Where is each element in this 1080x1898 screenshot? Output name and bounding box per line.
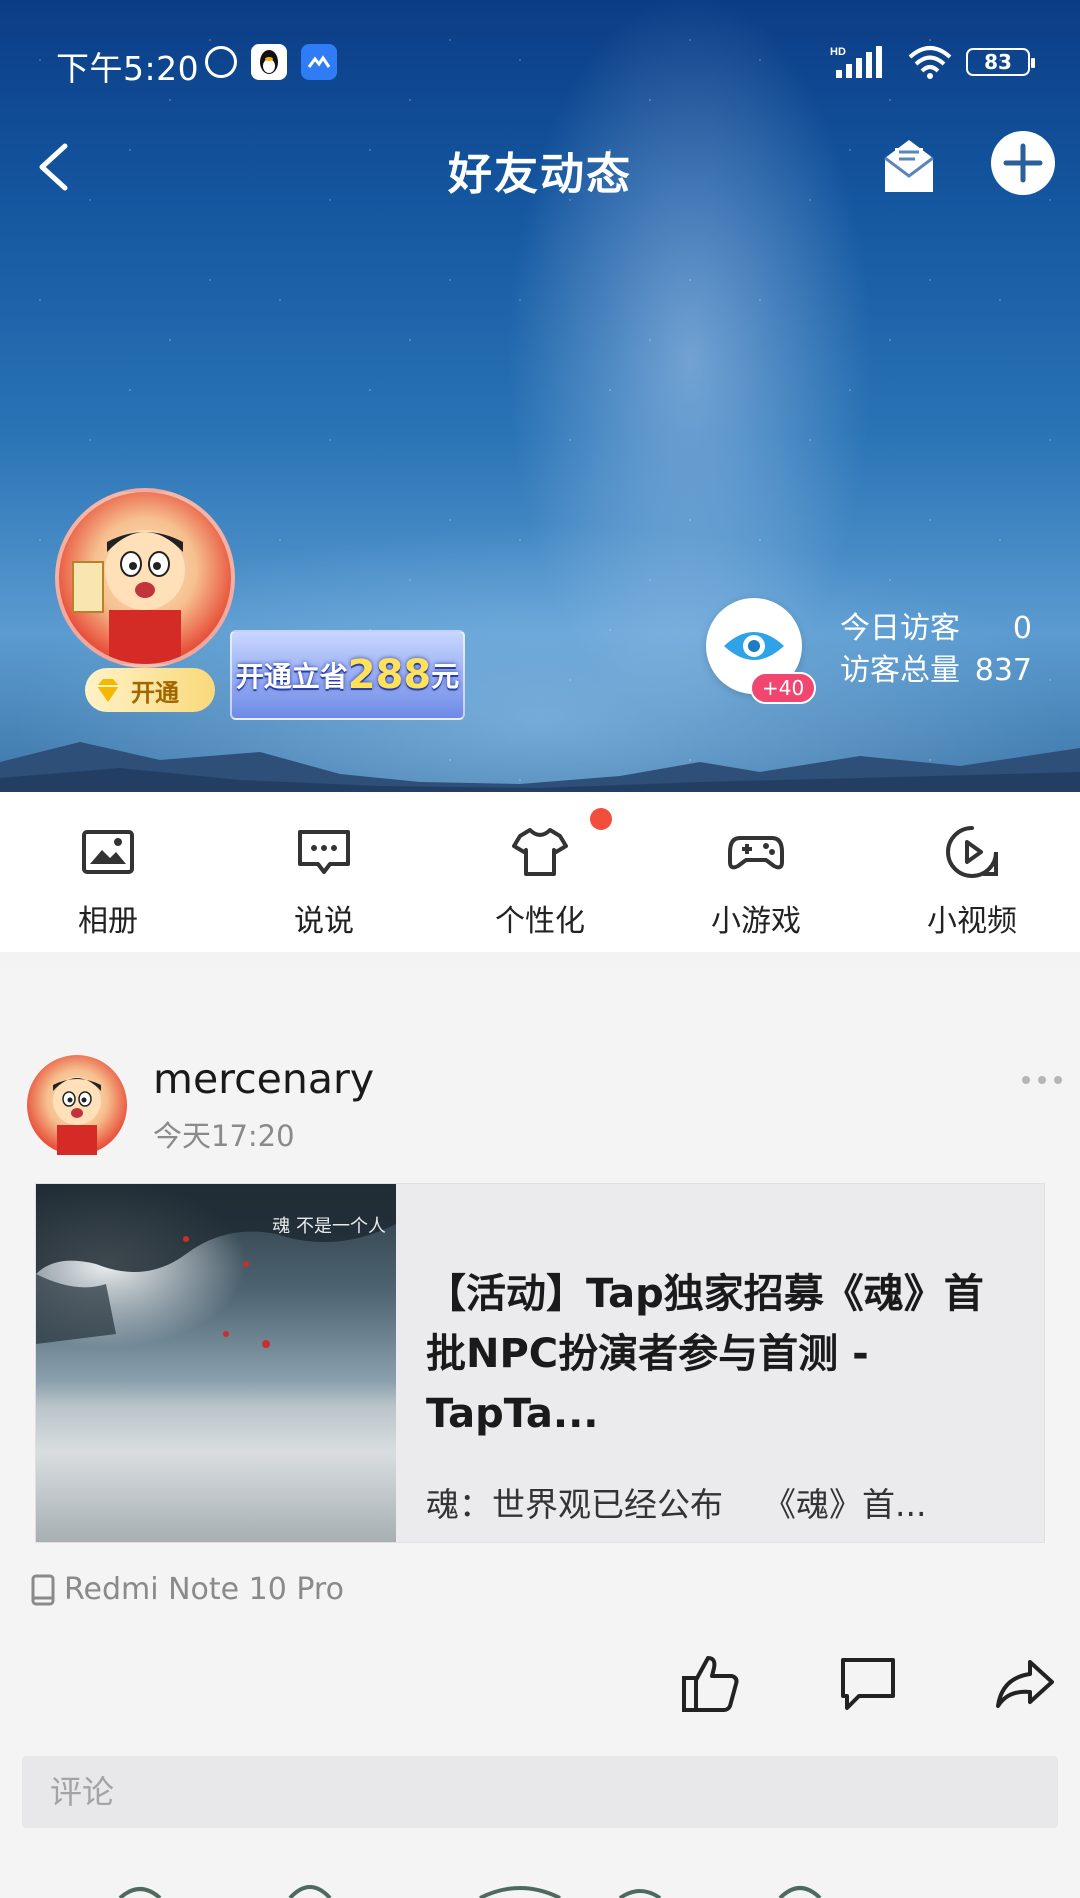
mail-icon[interactable] (875, 132, 943, 200)
visitor-stats[interactable]: 今日访客 0 访客总量 837 (840, 608, 1032, 692)
qq-penguin-icon (251, 44, 287, 80)
more-options-icon[interactable] (1020, 1070, 1064, 1090)
tab-personalize[interactable]: 个性化 (432, 792, 648, 952)
svg-text:HD: HD (830, 46, 846, 58)
status-bar: 下午5:20 HD 83 (0, 40, 1080, 88)
promo-banner[interactable]: 开通立省 288 元 (230, 630, 465, 720)
add-circle-icon[interactable] (988, 128, 1058, 198)
tab-label: 小视频 (927, 904, 1017, 939)
post-author-name[interactable]: mercenary (153, 1055, 374, 1103)
post-timestamp: 今天17:20 (153, 1119, 295, 1153)
like-thumbs-up-icon[interactable] (680, 1652, 742, 1714)
gamepad-icon (728, 836, 784, 870)
status-time: 下午5:20 (56, 49, 200, 88)
photo-album-icon (82, 830, 134, 874)
battery-indicator: 83 (966, 48, 1035, 76)
post-device-source: Redmi Note 10 Pro (30, 1572, 344, 1607)
avatar-cartoon-icon (53, 1077, 101, 1155)
message-bubble-icon (298, 830, 350, 874)
thumbnail-caption: 魂 不是一个人 (272, 1216, 386, 1237)
profile-header: 下午5:20 HD 83 好友动态 开通 开通立省 288 元 +40 今日访客… (0, 0, 1080, 792)
post-author-avatar[interactable] (27, 1055, 127, 1155)
link-thumbnail: 魂 不是一个人 (36, 1184, 396, 1542)
new-visitors-badge: +40 (750, 672, 817, 704)
link-description: 魂：世界观已经公布 《魂》首... (426, 1485, 927, 1524)
vip-label: 开通 (131, 678, 179, 707)
avatar-cartoon-icon (72, 530, 185, 664)
tab-minigames[interactable]: 小游戏 (648, 792, 864, 952)
diamond-icon (97, 679, 119, 702)
shared-link-card[interactable]: 魂 不是一个人 【活动】Tap独家招募《魂》首批NPC扮演者参与首测 - Tap… (35, 1183, 1045, 1543)
video-play-icon (946, 826, 998, 878)
tshirt-icon (512, 828, 568, 876)
mountain-silhouette (0, 742, 1080, 792)
cellular-signal-icon: HD (830, 46, 882, 78)
tab-shuoshuo[interactable]: 说说 (216, 792, 432, 952)
vip-open-button[interactable]: 开通 (85, 668, 215, 712)
tab-album[interactable]: 相册 (0, 792, 216, 952)
top-navigation: 好友动态 (0, 128, 1080, 208)
tab-label: 说说 (294, 904, 354, 939)
profile-avatar[interactable] (55, 488, 235, 668)
phone-icon (31, 1574, 55, 1605)
post-actions (680, 1652, 1056, 1714)
tab-label: 小游戏 (711, 904, 801, 939)
comment-bubble-icon[interactable] (837, 1652, 899, 1714)
tab-label: 相册 (78, 904, 138, 939)
eye-icon (724, 632, 784, 660)
comment-input[interactable]: 评论 (22, 1756, 1058, 1828)
tab-label: 个性化 (495, 904, 585, 939)
app-notification-icon (301, 44, 337, 80)
tab-short-video[interactable]: 小视频 (864, 792, 1080, 952)
share-arrow-icon[interactable] (994, 1652, 1056, 1714)
notification-dot (590, 808, 612, 830)
alarm-icon (205, 46, 237, 78)
wifi-icon (908, 46, 952, 79)
next-post-preview (118, 1885, 822, 1898)
quick-tabs: 相册 说说 个性化 小游戏 小视频 (0, 792, 1080, 952)
link-title: 【活动】Tap独家招募《魂》首批NPC扮演者参与首测 - TapTa... (426, 1271, 984, 1437)
